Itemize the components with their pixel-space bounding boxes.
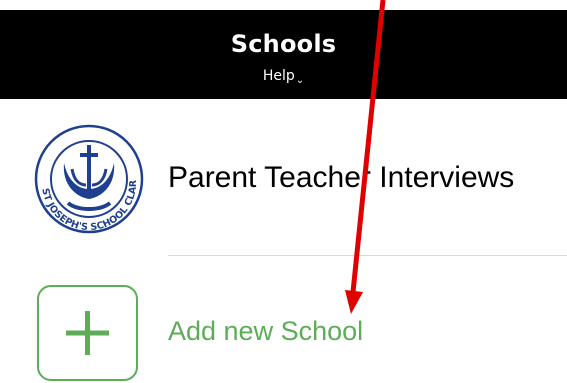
chevron-down-icon: ⌄: [295, 75, 305, 86]
page-title: Schools: [230, 30, 337, 58]
app-header: Schools Help⌄: [0, 10, 567, 99]
school-logo: ST JOSEPH'S SCHOOL CLARE: [17, 115, 158, 235]
st-josephs-school-crest-icon: ST JOSEPH'S SCHOOL CLARE: [17, 115, 144, 234]
help-dropdown[interactable]: Help⌄: [0, 68, 567, 86]
add-school-row[interactable]: Add new School: [0, 256, 567, 383]
plus-icon: [66, 311, 109, 355]
school-list-item[interactable]: ST JOSEPH'S SCHOOL CLARE Parent Teacher …: [0, 99, 567, 255]
school-name[interactable]: Parent Teacher Interviews: [168, 161, 514, 195]
add-school-label[interactable]: Add new School: [168, 316, 363, 347]
add-school-button[interactable]: [37, 285, 138, 381]
help-label: Help: [262, 68, 295, 84]
